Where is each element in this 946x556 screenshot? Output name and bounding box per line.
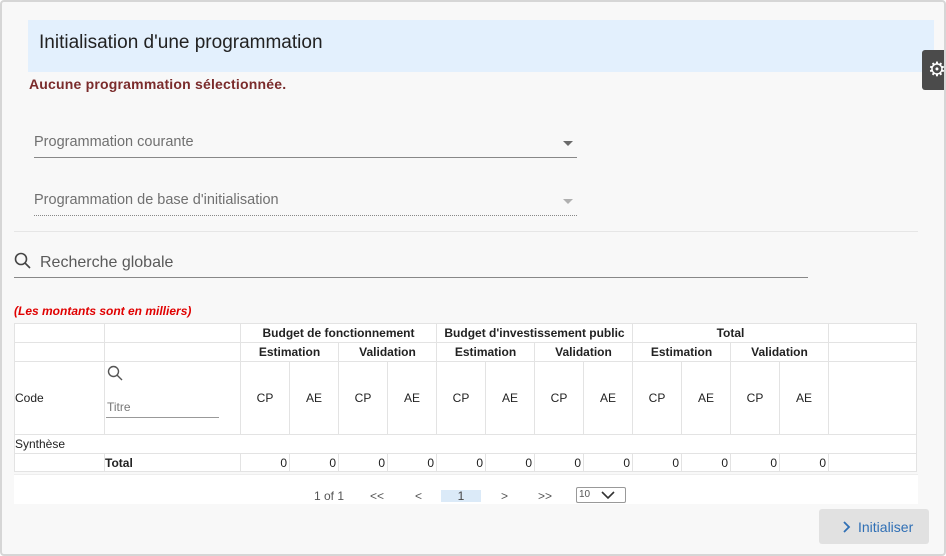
total-value: 0 [534,453,584,472]
code-header: Code [14,361,105,435]
subgroup-header: Validation [338,342,437,362]
header-cell [828,342,917,362]
chevron-down-icon [601,491,615,500]
prev-page-button[interactable]: < [415,489,422,503]
initialize-label: Initialiser [858,519,914,535]
synthese-row: Synthèse [14,434,917,454]
leaf-header: CP [240,361,290,435]
total-value: 0 [338,453,388,472]
leaf-header: CP [632,361,682,435]
amount-note: (Les montants sont en milliers) [14,304,192,318]
title-filter-input[interactable] [106,397,219,418]
current-program-label: Programmation courante [34,134,194,150]
page-number-button[interactable]: 1 [441,490,481,502]
header-cell [14,323,105,343]
total-row: Total 0 0 0 0 0 0 0 0 0 0 0 0 [14,453,917,472]
subgroup-header: Estimation [632,342,731,362]
current-program-select[interactable]: Programmation courante [34,132,577,158]
budget-table: Budget de fonctionnement Budget d'invest… [14,323,917,472]
total-value: 0 [240,453,290,472]
leaf-header: AE [681,361,731,435]
gear-icon: ⚙ [928,59,946,81]
global-search [14,249,808,278]
group-header: Budget de fonctionnement [240,323,437,343]
main-panel: Initialisation d'une programmation ⚙ Auc… [0,0,946,556]
total-value: 0 [779,453,829,472]
synthese-label: Synthèse [14,434,917,454]
last-page-button[interactable]: >> [538,489,552,503]
leaf-header: AE [583,361,633,435]
caret-down-icon [563,199,573,204]
total-value: 0 [730,453,780,472]
total-label: Total [104,453,241,472]
leaf-header: CP [730,361,780,435]
chevron-right-icon [843,521,851,533]
total-value: 0 [485,453,535,472]
caret-down-icon [563,141,573,146]
total-value: 0 [387,453,437,472]
group-header: Total [632,323,829,343]
header-cell [14,342,105,362]
base-program-select[interactable]: Programmation de base d'initialisation [34,190,577,216]
header-row-groups: Budget de fonctionnement Budget d'invest… [14,323,917,343]
first-page-button[interactable]: << [370,489,384,503]
total-value: 0 [289,453,339,472]
leaf-header: AE [779,361,829,435]
header-cell [828,323,917,343]
subgroup-header: Validation [730,342,829,362]
subgroup-header: Estimation [240,342,339,362]
page-header: Initialisation d'une programmation [28,20,934,72]
header-cell [104,342,241,362]
leaf-header: AE [387,361,437,435]
page-size-select[interactable]: 10 [576,487,626,503]
leaf-header: AE [289,361,339,435]
search-icon[interactable] [107,365,123,381]
base-program-label: Programmation de base d'initialisation [34,192,279,208]
total-value: 0 [632,453,682,472]
initialize-button[interactable]: Initialiser [819,509,929,544]
subgroup-header: Estimation [436,342,535,362]
leaf-header: CP [436,361,486,435]
settings-tab[interactable]: ⚙ [922,50,946,90]
header-cell [104,323,241,343]
header-cell [828,361,917,435]
search-icon [14,252,31,269]
paginator: 1 of 1 << < 1 > >> 10 [14,474,918,504]
title-header [104,361,241,435]
page-title: Initialisation d'une programmation [39,32,323,53]
page-range: 1 of 1 [314,489,345,503]
table-cell [14,453,105,472]
no-program-warning: Aucune programmation sélectionnée. [29,76,287,92]
header-row-leaf: Code CP AE CP AE CP AE CP AE CP AE CP AE [14,361,917,435]
total-value: 0 [681,453,731,472]
leaf-header: CP [338,361,388,435]
divider [14,231,918,232]
total-value: 0 [583,453,633,472]
page-size-value: 10 [579,489,591,500]
leaf-header: CP [534,361,584,435]
next-page-button[interactable]: > [501,489,508,503]
total-value: 0 [436,453,486,472]
group-header: Budget d'investissement public [436,323,633,343]
table-cell [828,453,917,472]
global-search-input[interactable] [38,249,802,277]
leaf-header: AE [485,361,535,435]
header-row-subgroups: Estimation Validation Estimation Validat… [14,342,917,362]
subgroup-header: Validation [534,342,633,362]
